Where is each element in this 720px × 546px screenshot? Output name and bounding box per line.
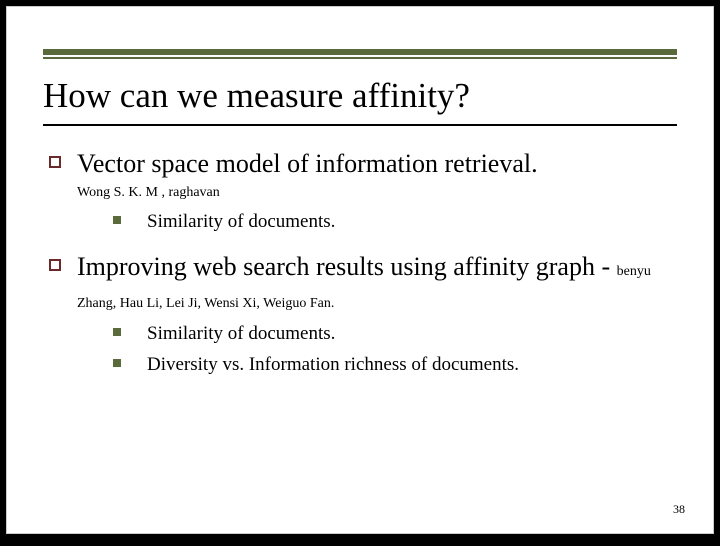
- list-item: Similarity of documents.: [43, 210, 677, 235]
- list-item-text: Similarity of documents.: [147, 323, 335, 344]
- decoration-top-bar-thin: [43, 57, 677, 59]
- list-item-text: Vector space model of information retrie…: [77, 149, 538, 178]
- square-filled-icon: [113, 216, 121, 224]
- page-number: 38: [673, 502, 685, 517]
- title-block: How can we measure affinity?: [43, 77, 677, 126]
- list-item-text: Similarity of documents.: [147, 211, 335, 232]
- slide: How can we measure affinity? Vector spac…: [6, 6, 714, 534]
- list-item-text: Improving web search results using affin…: [77, 252, 651, 314]
- decoration-top-bar-thick: [43, 49, 677, 55]
- content: Vector space model of information retrie…: [43, 148, 677, 378]
- list-item: Improving web search results using affin…: [43, 251, 677, 316]
- square-outline-icon: [49, 259, 61, 271]
- square-filled-icon: [113, 359, 121, 367]
- title-underline: [43, 124, 677, 126]
- list-item: Vector space model of information retrie…: [43, 148, 677, 181]
- square-outline-icon: [49, 156, 61, 168]
- list-item: Similarity of documents.: [43, 322, 677, 347]
- slide-title: How can we measure affinity?: [43, 77, 677, 116]
- author-line: Wong S. K. M , raghavan: [43, 184, 677, 202]
- list-item: Diversity vs. Information richness of do…: [43, 353, 677, 378]
- square-filled-icon: [113, 328, 121, 336]
- list-item-text: Diversity vs. Information richness of do…: [147, 354, 519, 375]
